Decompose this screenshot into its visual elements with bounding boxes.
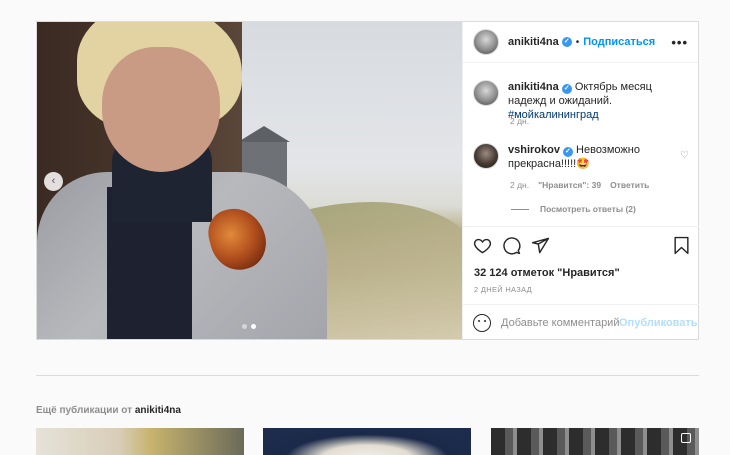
post-date[interactable]: 2 ДНЕЙ НАЗАД [474,285,532,294]
comment-likes[interactable]: "Нравится": 39 [538,180,601,190]
more-post-thumbnail-2[interactable] [263,428,471,455]
comment-icon[interactable] [502,236,521,255]
carousel-dot-1[interactable] [242,324,247,329]
add-comment-bar: Опубликовать [463,304,699,340]
more-posts-heading: Ещё публикации от anikiti4na [36,405,181,416]
post-sidebar: anikiti4na ✓ • Подписаться ••• anikiti4n… [462,22,699,339]
caption: anikiti4na ✓ Октябрь месяц надежд и ожида… [473,80,688,122]
comment: vshirokov ✓ Невозможно прекрасна!!!!!🤩 [473,143,693,171]
author-username[interactable]: anikiti4na [508,36,559,48]
action-icons [473,236,550,255]
post-header: anikiti4na ✓ • Подписаться ••• [463,22,698,63]
author-avatar[interactable] [473,29,499,55]
likes-count[interactable]: 32 124 отметок "Нравится" [474,267,620,279]
more-post-thumbnail-1[interactable] [36,428,244,455]
carousel-prev-button[interactable]: ‹ [44,172,63,191]
carousel-dot-2[interactable] [251,324,256,329]
caption-time[interactable]: 2 дн. [510,116,529,126]
heart-icon[interactable] [473,236,492,255]
comment-meta: 2 дн. "Нравится": 39 Ответить [510,180,649,190]
publish-button[interactable]: Опубликовать [619,317,698,329]
comment-input[interactable] [501,316,619,329]
reply-button[interactable]: Ответить [610,180,649,190]
follow-button[interactable]: Подписаться [583,36,655,48]
share-icon[interactable] [531,236,550,255]
post-actions: 32 124 отметок "Нравится" 2 ДНЕЙ НАЗАД О… [463,226,699,339]
caption-text: anikiti4na ✓ Октябрь месяц надежд и ожида… [508,80,688,122]
more-post-thumbnail-3[interactable] [491,428,699,455]
verified-icon: ✓ [562,147,573,157]
photo-face [102,47,220,172]
view-replies-button[interactable]: Посмотреть ответы (2) [511,204,636,214]
caption-author[interactable]: anikiti4na [508,81,559,93]
view-replies-label: Посмотреть ответы (2) [540,204,636,214]
post-photo[interactable]: ‹ [37,22,462,339]
more-posts-prefix: Ещё публикации от [36,405,135,416]
more-posts-author[interactable]: anikiti4na [135,405,181,416]
emoji-icon[interactable] [473,313,491,332]
comment-text: vshirokov ✓ Невозможно прекрасна!!!!!🤩 [508,143,668,171]
carousel-multi-icon [681,433,691,443]
comment-like-icon[interactable]: ♡ [680,150,689,161]
replies-line [511,208,529,210]
comment-avatar[interactable] [473,143,499,169]
more-options-icon[interactable]: ••• [671,35,688,50]
comment-author[interactable]: vshirokov [508,144,560,156]
verified-icon: ✓ [561,37,572,47]
verified-icon: ✓ [561,84,572,94]
bookmark-icon[interactable] [673,236,690,255]
caption-avatar[interactable] [473,80,499,106]
header-separator: • [575,36,580,48]
section-divider [36,375,699,376]
post-card: ‹ anikiti4na ✓ • Подписаться ••• anikiti… [36,21,699,340]
comment-time[interactable]: 2 дн. [510,180,529,190]
carousel-dots [242,324,256,329]
